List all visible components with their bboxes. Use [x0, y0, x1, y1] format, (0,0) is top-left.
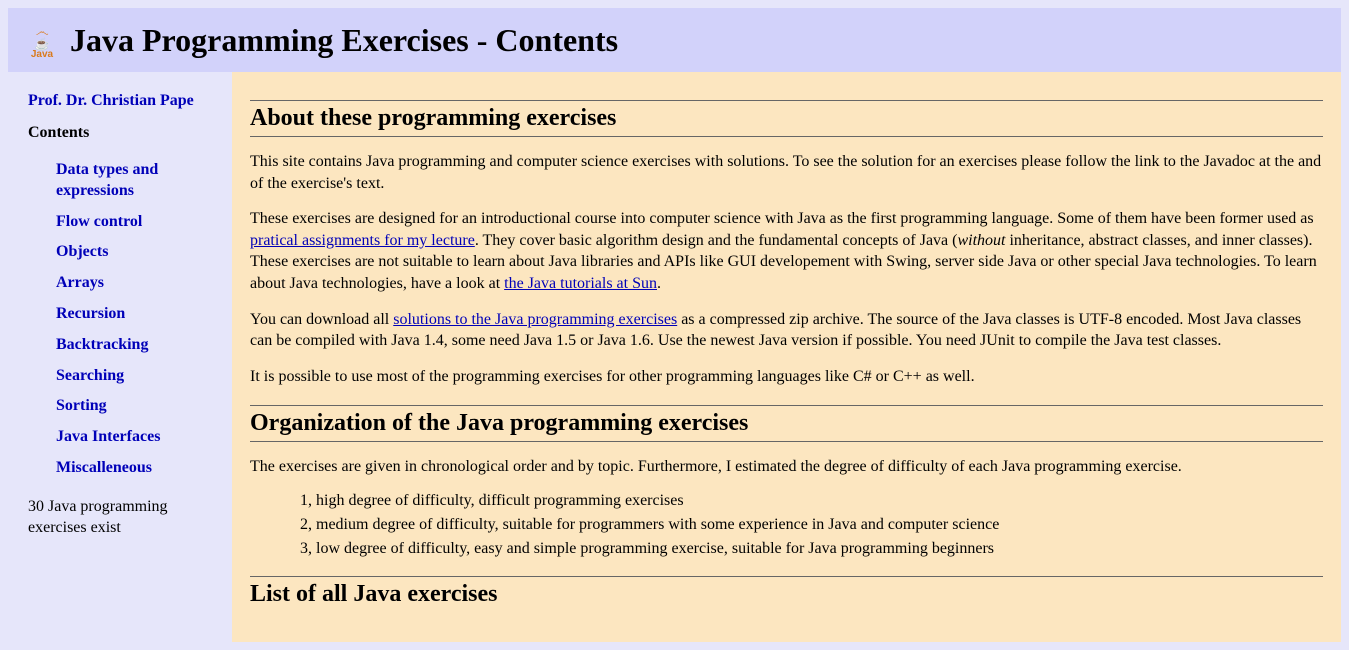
sidebar-item-sorting[interactable]: Sorting [56, 397, 107, 414]
java-logo-icon: ෴ ☕ Java [26, 20, 58, 60]
about-paragraph-4: It is possible to use most of the progra… [250, 366, 1323, 388]
sidebar-item-searching[interactable]: Searching [56, 367, 124, 384]
heading-about: About these programming exercises [250, 100, 1323, 137]
link-sun-tutorials[interactable]: the Java tutorials at Sun [504, 275, 657, 292]
sidebar-item-misc[interactable]: Miscalleneous [56, 459, 152, 476]
sidebar-item-flowcontrol[interactable]: Flow control [56, 213, 142, 230]
page-header: ෴ ☕ Java Java Programming Exercises - Co… [8, 8, 1341, 72]
sidebar-item-datatypes[interactable]: Data types and expressions [56, 161, 158, 199]
difficulty-item-1: 1, high degree of difficulty, difficult … [300, 492, 1323, 510]
difficulty-item-3: 3, low degree of difficulty, easy and si… [300, 540, 1323, 558]
main-content: About these programming exercises This s… [232, 72, 1341, 642]
link-lecture-assignments[interactable]: pratical assignments for my lecture [250, 232, 475, 249]
difficulty-list: 1, high degree of difficulty, difficult … [250, 492, 1323, 558]
organization-paragraph: The exercises are given in chronological… [250, 456, 1323, 478]
sidebar-exercise-count: 30 Java programming exercises exist [28, 497, 218, 539]
about-paragraph-3: You can download all solutions to the Ja… [250, 309, 1323, 352]
difficulty-item-2: 2, medium degree of difficulty, suitable… [300, 516, 1323, 534]
sidebar: Prof. Dr. Christian Pape Contents Data t… [8, 72, 232, 642]
sidebar-contents-label: Contents [28, 124, 218, 142]
about-paragraph-1: This site contains Java programming and … [250, 151, 1323, 194]
sidebar-topic-list: Data types and expressions Flow control … [28, 160, 218, 479]
heading-list-all: List of all Java exercises [250, 576, 1323, 612]
sidebar-item-backtracking[interactable]: Backtracking [56, 336, 148, 353]
link-solutions-download[interactable]: solutions to the Java programming exerci… [393, 311, 677, 328]
about-paragraph-2: These exercises are designed for an intr… [250, 208, 1323, 294]
page-title: Java Programming Exercises - Contents [70, 22, 618, 59]
sidebar-item-recursion[interactable]: Recursion [56, 305, 125, 322]
sidebar-item-arrays[interactable]: Arrays [56, 274, 104, 291]
sidebar-item-objects[interactable]: Objects [56, 243, 108, 260]
sidebar-author-link[interactable]: Prof. Dr. Christian Pape [28, 92, 194, 109]
heading-organization: Organization of the Java programming exe… [250, 405, 1323, 442]
sidebar-item-interfaces[interactable]: Java Interfaces [56, 428, 160, 445]
